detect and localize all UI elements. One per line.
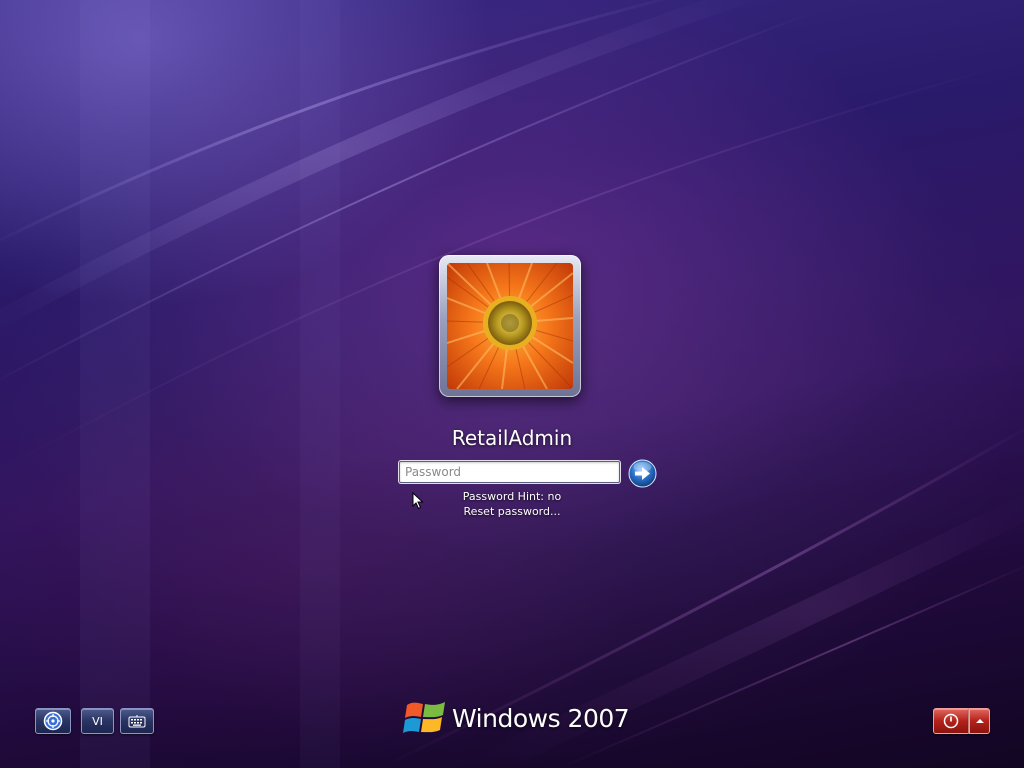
password-hint: Password Hint: no	[462, 490, 562, 503]
power-icon	[943, 713, 959, 729]
shutdown-button[interactable]	[933, 708, 969, 734]
ease-of-access-button[interactable]	[35, 708, 71, 734]
language-button[interactable]: VI	[81, 708, 114, 734]
on-screen-keyboard-button[interactable]	[120, 708, 154, 734]
ease-of-access-icon	[43, 711, 63, 731]
keyboard-icon	[128, 715, 146, 728]
submit-button[interactable]	[628, 459, 657, 488]
mouse-cursor-icon	[412, 492, 424, 510]
reset-password-link[interactable]: Reset password...	[362, 505, 662, 518]
orange-flower-icon	[447, 263, 573, 389]
windows-brand-text: Windows 2007	[452, 704, 630, 733]
user-name: RetailAdmin	[451, 426, 573, 450]
shutdown-options-button[interactable]	[969, 708, 990, 734]
chevron-up-icon	[975, 719, 984, 723]
windows-flag-icon	[403, 702, 445, 733]
arrow-right-icon	[628, 459, 657, 488]
password-input[interactable]	[399, 461, 620, 483]
user-avatar-frame[interactable]	[439, 255, 581, 397]
windows-branding: Windows 2007	[401, 697, 631, 741]
logon-screen: RetailAdmin Password Hint: no Reset pass…	[0, 0, 1024, 768]
